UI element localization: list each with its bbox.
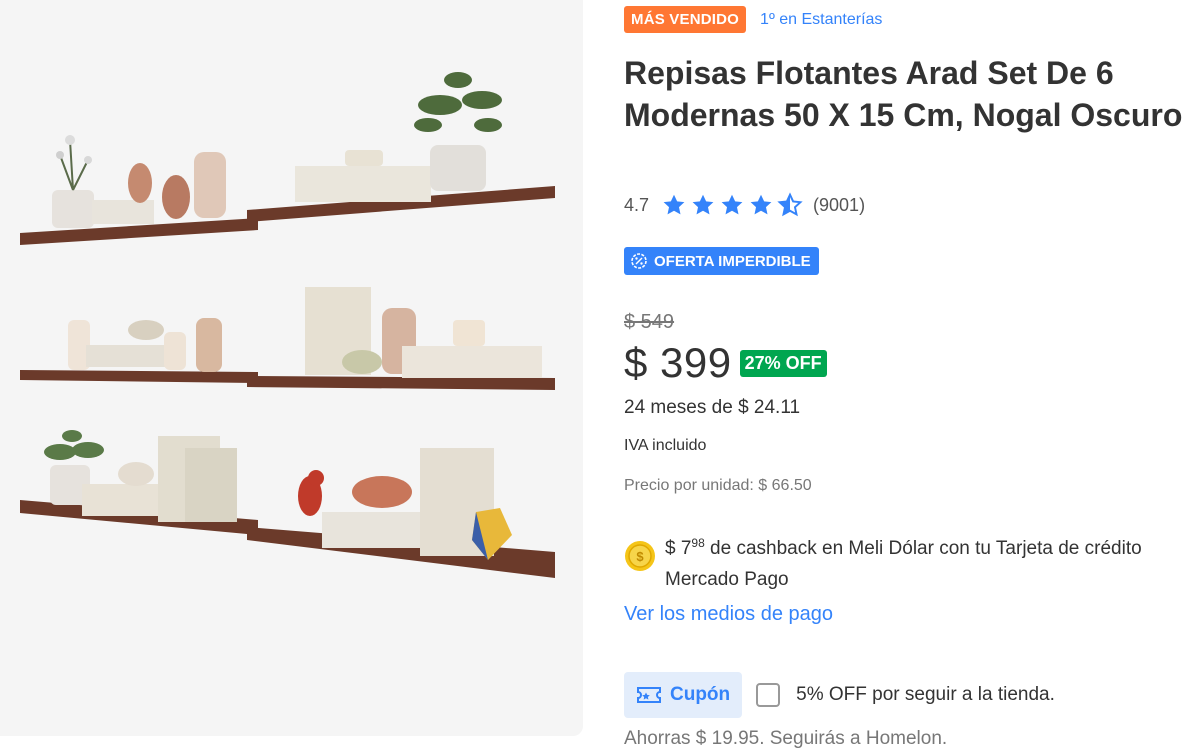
original-price: $ 549: [624, 311, 675, 333]
star-icon: [750, 194, 772, 215]
cashback-text: $ 798 de cashback en Meli Dólar con tu T…: [665, 528, 1184, 595]
cashback-amount: $ 7: [665, 538, 692, 559]
ticket-icon: [637, 687, 661, 703]
coupon-row: Cupón 5% OFF por seguir a la tienda.: [624, 672, 1055, 718]
rating-value: 4.7: [624, 194, 650, 215]
rating-stars: [661, 192, 806, 218]
review-count: (9001): [813, 194, 866, 215]
cashback-cents: 98: [691, 536, 705, 550]
star-icon: [663, 194, 685, 215]
meli-dollar-coin-icon: $: [625, 541, 655, 571]
coupon-tag: Cupón: [624, 672, 743, 718]
savings-note: Ahorras $ 19.95. Seguirás a Homelon.: [624, 728, 948, 749]
tax-note: IVA incluido: [624, 437, 707, 454]
deal-badge-label: OFERTA IMPERDIBLE: [654, 252, 811, 270]
cashback-description: de cashback en Meli Dólar con tu Tarjeta…: [665, 538, 1142, 590]
cashback-info: $ $ 798 de cashback en Meli Dólar con tu…: [624, 528, 1184, 595]
product-image[interactable]: [0, 0, 583, 736]
product-info: MÁS VENDIDO 1º en Estanterías Repisas Fl…: [624, 0, 1184, 750]
unit-price: Precio por unidad: $ 66.50: [624, 477, 812, 494]
category-rank-link[interactable]: 1º en Estanterías: [760, 11, 882, 29]
current-price: $ 399: [624, 339, 732, 386]
installments-text: 24 meses de $ 24.11: [624, 397, 801, 418]
discount-gear-icon: [631, 253, 647, 269]
coupon-text: 5% OFF por seguir a la tienda.: [796, 684, 1055, 705]
discount-badge: 27% OFF: [739, 349, 827, 377]
star-icon: [692, 194, 714, 215]
star-half-icon: [777, 192, 803, 217]
price-row: $ 399 27% OFF: [624, 339, 827, 387]
rating-row[interactable]: 4.7 (9001): [624, 192, 865, 218]
svg-text:$: $: [636, 549, 644, 564]
star-icon: [721, 194, 743, 215]
deal-badge: OFERTA IMPERDIBLE: [624, 247, 819, 275]
coupon-checkbox[interactable]: [756, 683, 781, 707]
product-title: Repisas Flotantes Arad Set De 6 Modernas…: [624, 55, 1183, 133]
payment-methods-link[interactable]: Ver los medios de pago: [624, 603, 833, 626]
best-seller-badge: MÁS VENDIDO: [624, 6, 747, 33]
badge-row: MÁS VENDIDO 1º en Estanterías: [624, 6, 882, 33]
floating-shelves-photo: [20, 72, 555, 578]
coupon-label: Cupón: [670, 684, 731, 705]
